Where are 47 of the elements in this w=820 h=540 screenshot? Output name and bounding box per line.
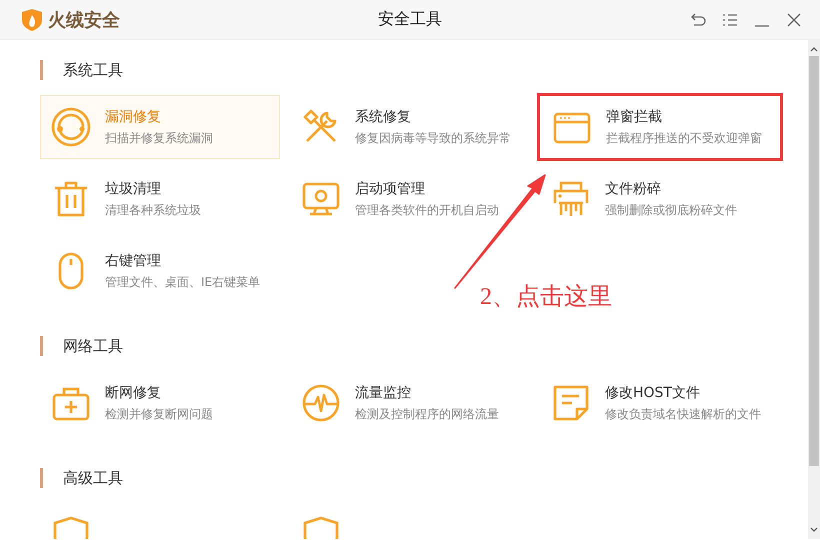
tool-item[interactable]: 修改HOST文件 修改负责域名快速解析的文件: [540, 371, 780, 435]
annotation-text: 2、点击这里: [480, 282, 612, 312]
tool-description: 检测并修复断网问题: [105, 406, 213, 422]
tool-description: 强制删除或彻底粉碎文件: [605, 202, 737, 218]
brand-name: 火绒安全: [48, 8, 120, 32]
tool-title: 右键管理: [105, 252, 162, 270]
window-title: 安全工具: [378, 9, 442, 28]
tool-description: 修改负责域名快速解析的文件: [605, 406, 761, 422]
tool-description: 扫描并修复系统漏洞: [105, 130, 213, 146]
tool-item[interactable]: 断网修复 检测并修复断网问题: [40, 371, 280, 435]
tool-title: 修改HOST文件: [605, 384, 701, 402]
scrollbar[interactable]: [808, 40, 820, 539]
tool-title: 弹窗拦截: [606, 108, 663, 126]
tool-title: 启动项管理: [355, 180, 426, 198]
tool-title: 流量监控: [355, 384, 412, 402]
pulse-icon: [301, 383, 341, 423]
tool-description: 拦截程序推送的不受欢迎弹窗: [606, 130, 762, 146]
tool-title: 断网修复: [105, 384, 162, 402]
tool-item[interactable]: 流量监控 检测及控制程序的网络流量: [290, 371, 530, 435]
tool-item[interactable]: 文件粉碎 强制删除或彻底粉碎文件: [540, 167, 780, 231]
tool-description: 检测及控制程序的网络流量: [355, 406, 499, 422]
section-title: 系统工具: [40, 60, 123, 80]
tool-item[interactable]: 垃圾清理 清理各种系统垃圾: [40, 167, 280, 231]
section-title: 高级工具: [40, 468, 123, 488]
tool-title: 文件粉碎: [605, 180, 662, 198]
tool-description: 管理各类软件的开机自启动: [355, 202, 499, 218]
tool-item[interactable]: 启动项管理 管理各类软件的开机自启动: [290, 167, 530, 231]
circle-arrows-icon: [51, 107, 91, 147]
shield-flame-logo-icon: [22, 8, 42, 30]
tool-item[interactable]: 弹窗拦截 拦截程序推送的不受欢迎弹窗: [537, 93, 783, 161]
tool-item[interactable]: 系统修复 修复因病毒等导致的系统异常: [290, 95, 530, 159]
scrollbar-thumb[interactable]: [809, 56, 819, 466]
section-title: 网络工具: [40, 336, 123, 356]
menu-icon[interactable]: [722, 12, 738, 28]
caret-up-icon[interactable]: [810, 46, 818, 52]
tool-description: 管理文件、桌面、IE右键菜单: [105, 274, 260, 290]
close-icon[interactable]: [786, 12, 802, 28]
document-icon: [551, 383, 591, 423]
shredder-icon: [551, 179, 591, 219]
tool-description: 修复因病毒等导致的系统异常: [355, 130, 511, 146]
tool-title: 系统修复: [355, 108, 412, 126]
caret-down-icon[interactable]: [810, 527, 818, 533]
tool-title: 漏洞修复: [105, 108, 162, 126]
undo-icon[interactable]: [690, 12, 706, 28]
tool-item[interactable]: 右键管理 管理文件、桌面、IE右键菜单: [40, 239, 280, 303]
tool-description: 清理各种系统垃圾: [105, 202, 201, 218]
tool-title: 垃圾清理: [105, 180, 162, 198]
